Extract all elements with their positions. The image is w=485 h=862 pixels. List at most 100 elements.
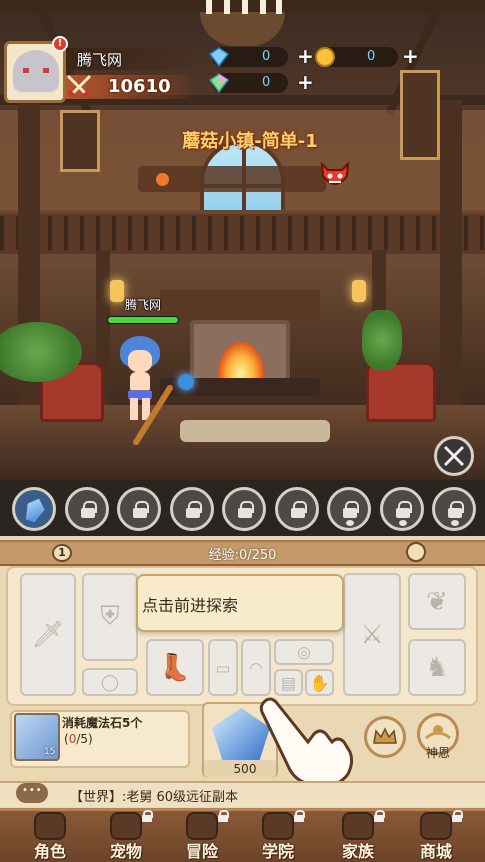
balcony-rails bbox=[0, 216, 485, 250]
explore-hint-text: 点击前进探索 bbox=[142, 596, 239, 615]
nav-academy[interactable]: 学院 bbox=[238, 808, 318, 862]
quest-title: 消耗魔法石5个 bbox=[62, 716, 143, 730]
armchair bbox=[366, 362, 436, 422]
wing-icon: ❦ bbox=[426, 586, 448, 617]
family-icon bbox=[342, 812, 374, 840]
boots-icon: 👢 bbox=[158, 652, 192, 683]
lock-icon bbox=[294, 810, 305, 822]
nav-adventure[interactable]: 冒险 bbox=[162, 808, 242, 862]
quest-progress: (0/5) bbox=[64, 732, 93, 746]
stage-title: 蘑菇小镇-简单-1 bbox=[182, 131, 318, 152]
stage-progress-marker bbox=[156, 173, 169, 186]
skill-slot-locked[interactable] bbox=[275, 487, 319, 531]
pet-icon bbox=[110, 812, 142, 840]
add-diamond-button[interactable]: + bbox=[297, 44, 314, 68]
equip-slot-wing[interactable]: ❦ bbox=[408, 573, 466, 630]
equip-slot-mask[interactable]: ◎ bbox=[274, 639, 334, 665]
skill-slot-locked[interactable] bbox=[65, 487, 109, 531]
ring-icon: ◯ bbox=[101, 672, 119, 692]
equip-slot-special-weapon[interactable]: ⚔ bbox=[343, 573, 401, 696]
diamond-icon bbox=[208, 47, 230, 68]
equip-slot-armor[interactable]: ⛨ bbox=[82, 573, 138, 661]
staff-gem-icon bbox=[178, 374, 194, 390]
bracer-icon: ▭ bbox=[215, 658, 231, 677]
paw-icon bbox=[451, 520, 459, 526]
rug bbox=[180, 420, 330, 442]
nav-family[interactable]: 家族 bbox=[318, 808, 398, 862]
grace-label: 神恩 bbox=[425, 746, 450, 760]
skill-slot-locked[interactable] bbox=[222, 487, 266, 531]
lock-icon bbox=[142, 810, 153, 822]
adventure-icon bbox=[186, 812, 218, 840]
rainbow-gem-value: 0 bbox=[262, 75, 271, 90]
wall-painting bbox=[60, 110, 100, 172]
devil-icon bbox=[320, 161, 350, 185]
equip-slot-ring[interactable]: ◯ bbox=[82, 668, 138, 696]
nav-label: 角色 bbox=[33, 842, 66, 861]
crown-button[interactable] bbox=[364, 716, 406, 758]
hero-hp-bar bbox=[107, 316, 179, 324]
crossed-swords-icon bbox=[66, 74, 92, 99]
ranking-icon[interactable] bbox=[406, 542, 426, 562]
lock-icon bbox=[291, 501, 307, 518]
hero-hp-fill bbox=[108, 317, 178, 323]
reward-count: 15 bbox=[44, 747, 56, 757]
lock-icon bbox=[81, 501, 97, 518]
nav-character[interactable]: 角色 bbox=[10, 808, 90, 862]
sword-icon: 🗡 bbox=[31, 619, 65, 650]
diamond-value: 0 bbox=[262, 49, 271, 64]
academy-icon bbox=[262, 812, 294, 840]
lock-icon bbox=[186, 501, 202, 518]
armor-icon: ⛨ bbox=[100, 601, 120, 632]
paw-icon bbox=[399, 520, 407, 526]
player-name: 腾飞网 bbox=[77, 51, 123, 69]
hero-name: 腾飞网 bbox=[124, 298, 161, 312]
wall-painting bbox=[400, 70, 440, 160]
crown-icon bbox=[373, 727, 397, 744]
skill-slot-locked[interactable] bbox=[117, 487, 161, 531]
nav-label: 冒险 bbox=[185, 842, 218, 861]
equip-slot-helmet[interactable]: ◠ bbox=[241, 639, 271, 696]
equip-slot-boots[interactable]: 👢 bbox=[146, 639, 204, 696]
equip-slot-mount[interactable]: ♞ bbox=[408, 639, 466, 696]
gold-coin-icon bbox=[315, 47, 335, 67]
chat-bubble-icon[interactable] bbox=[16, 783, 48, 803]
nav-label: 商城 bbox=[419, 842, 452, 861]
pet-slot-locked[interactable] bbox=[380, 487, 424, 531]
gold-value: 0 bbox=[367, 49, 376, 64]
pet-slot-locked[interactable] bbox=[432, 487, 476, 531]
nav-label: 宠物 bbox=[109, 842, 142, 861]
horse-icon: ♞ bbox=[425, 652, 449, 683]
crystal-icon bbox=[22, 496, 47, 525]
helmet-icon: ◠ bbox=[249, 658, 263, 677]
pointing-hand-icon bbox=[259, 697, 354, 788]
skill-slot-locked[interactable] bbox=[170, 487, 214, 531]
nav-pet[interactable]: 宠物 bbox=[86, 808, 166, 862]
nav-shop[interactable]: 商城 bbox=[396, 808, 476, 862]
skip-battle-button[interactable] bbox=[434, 436, 474, 476]
swords-icon bbox=[443, 445, 465, 467]
skill-slot-active[interactable] bbox=[12, 487, 56, 531]
mantel-shelf bbox=[160, 290, 320, 320]
rainbow-gem-icon bbox=[208, 73, 230, 94]
add-rainbow-gem-button[interactable]: + bbox=[297, 70, 314, 94]
lock-icon bbox=[448, 501, 464, 518]
lock-icon bbox=[218, 810, 229, 822]
mask-icon: ◎ bbox=[297, 642, 311, 662]
character-icon bbox=[34, 812, 66, 840]
lantern-icon bbox=[352, 280, 366, 302]
lock-icon bbox=[452, 810, 463, 822]
plant-icon bbox=[362, 310, 402, 370]
equip-slot-bracer[interactable]: ▭ bbox=[208, 639, 238, 696]
add-gold-button[interactable]: + bbox=[402, 44, 419, 68]
lock-icon bbox=[133, 501, 149, 518]
combat-power: 10610 bbox=[108, 76, 171, 97]
chat-message[interactable]: 【世界】:老舅 60级远征副本 bbox=[70, 786, 238, 805]
equip-slot-weapon[interactable]: 🗡 bbox=[20, 573, 76, 696]
pet-slot-locked[interactable] bbox=[327, 487, 371, 531]
lock-icon bbox=[238, 501, 254, 518]
nav-label: 家族 bbox=[341, 842, 374, 861]
lock-icon bbox=[396, 501, 412, 518]
blade-icon: ⚔ bbox=[360, 619, 384, 650]
chandelier bbox=[200, 0, 285, 46]
